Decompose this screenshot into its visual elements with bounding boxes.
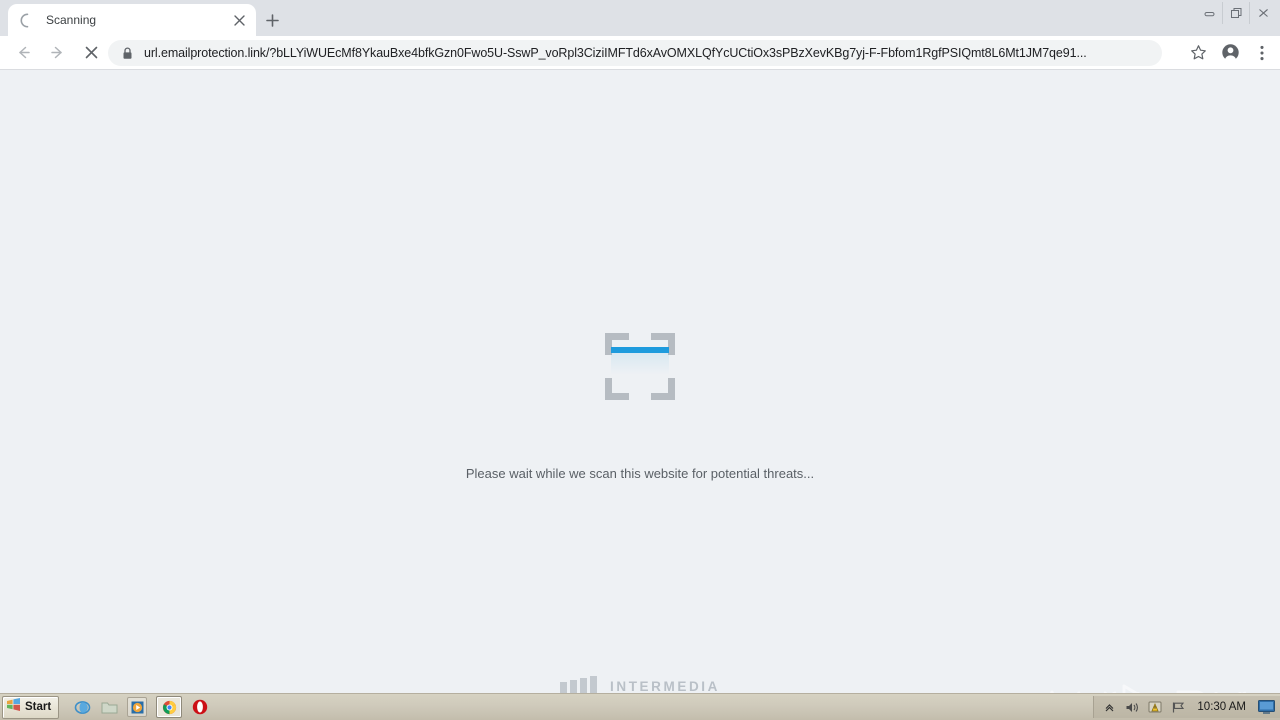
network-flag-icon[interactable] xyxy=(1170,699,1186,715)
address-bar[interactable]: url.emailprotection.link/?bLLYiWUEcMf8Yk… xyxy=(108,40,1162,66)
scanner-graphic xyxy=(605,333,675,400)
new-tab-button[interactable] xyxy=(258,6,286,34)
scan-glow xyxy=(611,353,669,375)
clock[interactable]: 10:30 AM xyxy=(1197,701,1246,713)
minimize-icon[interactable] xyxy=(1196,2,1222,24)
scanner-corner-bottom-left xyxy=(605,378,629,400)
stop-loading-icon[interactable] xyxy=(76,38,106,68)
chrome-icon[interactable] xyxy=(156,696,183,718)
chrome-menu-icon[interactable] xyxy=(1248,39,1276,67)
bookmark-star-icon[interactable] xyxy=(1184,39,1212,67)
system-tray: 10:30 AM xyxy=(1093,696,1280,718)
windows-logo-icon xyxy=(6,697,21,717)
quick-launch xyxy=(73,696,209,718)
media-player-icon[interactable] xyxy=(127,697,148,717)
url-text: url.emailprotection.link/?bLLYiWUEcMf8Yk… xyxy=(144,46,1162,60)
url-host: url.emailprotection.link xyxy=(144,46,266,60)
lock-icon xyxy=(122,46,133,60)
status-message: Please wait while we scan this website f… xyxy=(465,466,815,481)
profile-avatar-icon[interactable] xyxy=(1216,39,1244,67)
url-path: /?bLLYiWUEcMf8YkauBxe4bfkGzn0Fwo5U-SswP_… xyxy=(265,46,1087,60)
browser-tab[interactable]: Scanning xyxy=(8,4,256,36)
close-icon[interactable] xyxy=(228,9,250,31)
loading-spinner-icon xyxy=(20,13,35,28)
page-content: Please wait while we scan this website f… xyxy=(0,70,1280,720)
chevron-up-icon[interactable] xyxy=(1101,699,1117,715)
volume-icon[interactable] xyxy=(1124,699,1140,715)
toolbar-actions xyxy=(1184,36,1280,69)
scanner-corner-bottom-right xyxy=(651,378,675,400)
shield-alert-icon[interactable] xyxy=(1147,699,1163,715)
window-controls xyxy=(1196,0,1276,26)
show-desktop-icon[interactable] xyxy=(1257,699,1275,715)
browser-window: Scanning url.emailprotection.link/?bLLYi… xyxy=(0,0,1280,720)
internet-explorer-icon[interactable] xyxy=(73,698,91,716)
back-arrow-icon[interactable] xyxy=(8,38,38,68)
restore-icon[interactable] xyxy=(1222,2,1249,24)
forward-arrow-icon[interactable] xyxy=(42,38,72,68)
opera-icon[interactable] xyxy=(191,698,209,716)
taskbar: Start 10:30 AM xyxy=(0,693,1280,720)
close-icon[interactable] xyxy=(1249,2,1276,24)
start-label: Start xyxy=(25,701,52,713)
tab-strip: Scanning xyxy=(0,0,1280,36)
brand-name: INTERMEDIA xyxy=(610,679,720,694)
tab-title: Scanning xyxy=(46,13,97,27)
file-explorer-icon[interactable] xyxy=(100,698,118,716)
start-button[interactable]: Start xyxy=(2,695,60,719)
